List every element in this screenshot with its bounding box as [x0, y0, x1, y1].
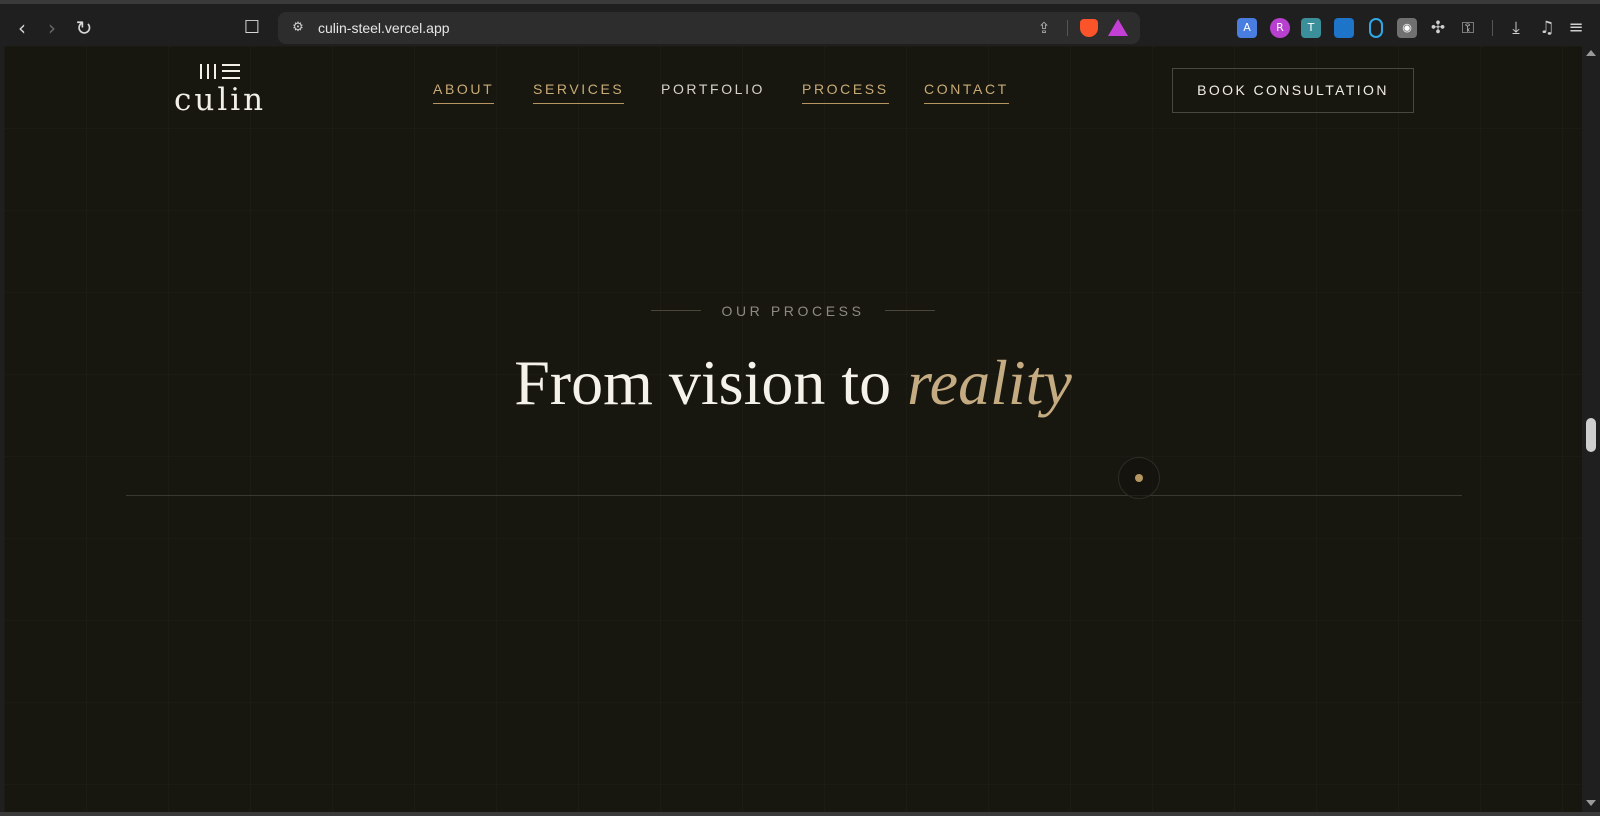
- forward-icon[interactable]: ›: [38, 14, 66, 42]
- site-settings-icon[interactable]: ⚙: [288, 18, 308, 38]
- page-scrollbar[interactable]: [1582, 46, 1600, 812]
- nav-about[interactable]: ABOUT: [433, 80, 495, 104]
- page-viewport: culin ABOUT SERVICES PORTFOLIO PROCESS C…: [4, 46, 1582, 812]
- toolbar-divider: [1492, 20, 1493, 36]
- extensions-puzzle-icon[interactable]: ✣: [1428, 18, 1448, 38]
- section-headline: From vision to reality: [4, 346, 1582, 420]
- eyebrow-line-left: [651, 310, 702, 312]
- nav-process[interactable]: PROCESS: [802, 80, 889, 104]
- brave-rewards-icon[interactable]: [1108, 19, 1128, 36]
- ring-extension-icon[interactable]: [1369, 18, 1383, 38]
- share-icon[interactable]: ⇪: [1034, 18, 1054, 38]
- process-timeline-node[interactable]: [1118, 457, 1160, 499]
- omnibox-divider: [1067, 20, 1068, 36]
- reload-icon[interactable]: ↻: [70, 14, 98, 42]
- window-bottom-edge: [0, 812, 1600, 816]
- scroll-down-arrow-icon[interactable]: [1586, 800, 1596, 806]
- timeline-dot-icon: [1135, 474, 1143, 482]
- scroll-up-arrow-icon[interactable]: [1586, 50, 1596, 56]
- grid-background: [4, 46, 1582, 812]
- logo-mark-icon: [200, 64, 240, 80]
- nav-services[interactable]: SERVICES: [533, 80, 625, 104]
- site-header: culin ABOUT SERVICES PORTFOLIO PROCESS C…: [4, 46, 1582, 146]
- nav-contact[interactable]: CONTACT: [924, 80, 1009, 104]
- address-bar[interactable]: ⚙ culin-steel.vercel.app ⇪: [278, 12, 1140, 44]
- password-key-icon[interactable]: ⚿: [1458, 18, 1478, 38]
- headline-main: From vision to: [514, 347, 908, 418]
- logo[interactable]: culin: [174, 62, 270, 122]
- eyebrow-line-right: [884, 310, 935, 312]
- url-text[interactable]: culin-steel.vercel.app: [318, 12, 450, 44]
- bookmark-icon[interactable]: ☐: [240, 14, 264, 42]
- brave-shields-icon[interactable]: [1080, 19, 1098, 37]
- logo-text: culin: [174, 82, 267, 118]
- process-timeline-line: [126, 495, 1462, 496]
- media-icon[interactable]: ♫: [1537, 18, 1557, 38]
- scroll-thumb[interactable]: [1586, 418, 1596, 452]
- menu-icon[interactable]: ≡: [1566, 18, 1586, 38]
- downloads-icon[interactable]: ⤓: [1506, 18, 1526, 38]
- eyebrow-text: OUR PROCESS: [721, 302, 865, 319]
- section-eyebrow: OUR PROCESS: [4, 302, 1582, 320]
- browser-toolbar: ‹ › ↻ ☐ ⚙ culin-steel.vercel.app ⇪ A R T…: [0, 0, 1600, 46]
- nav-portfolio[interactable]: PORTFOLIO: [661, 80, 765, 104]
- lr-extension-icon[interactable]: R: [1270, 18, 1290, 38]
- translate-extension-icon[interactable]: A: [1237, 18, 1257, 38]
- camera-extension-icon[interactable]: ◉: [1397, 18, 1417, 38]
- blue-extension-icon[interactable]: [1334, 18, 1354, 38]
- book-consultation-button[interactable]: BOOK CONSULTATION: [1172, 68, 1414, 113]
- back-icon[interactable]: ‹: [8, 14, 36, 42]
- headline-accent: reality: [907, 347, 1072, 418]
- tt-extension-icon[interactable]: T: [1301, 18, 1321, 38]
